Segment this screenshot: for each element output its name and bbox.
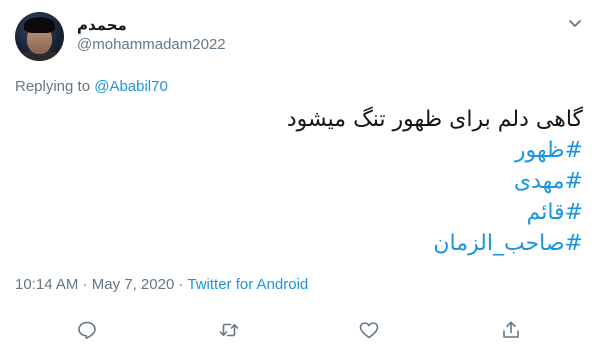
- tweet-text: گاهی دلم برای ظهور تنگ میشود: [286, 107, 583, 132]
- replying-mention-link[interactable]: @Ababil70: [94, 78, 168, 95]
- tweet-source-link[interactable]: Twitter for Android: [187, 276, 308, 293]
- avatar[interactable]: [15, 12, 64, 61]
- display-name[interactable]: محمدم: [77, 16, 127, 34]
- like-button[interactable]: [358, 319, 380, 341]
- hashtag-link[interactable]: #مهدی: [143, 166, 583, 197]
- avatar-hair: [24, 17, 55, 33]
- like-icon: [359, 322, 379, 339]
- tweet-body: گاهی دلم برای ظهور تنگ میشود #ظهور #مهدی…: [143, 104, 583, 259]
- retweet-button[interactable]: [218, 319, 240, 341]
- tweet: محمدم @mohammadam2022 Replying to @Ababi…: [0, 0, 597, 356]
- tweet-date[interactable]: May 7, 2020: [92, 276, 175, 293]
- chevron-down-icon: [569, 20, 581, 27]
- replying-prefix: Replying to: [15, 78, 91, 95]
- meta-separator: ·: [178, 276, 184, 293]
- share-icon: [503, 321, 519, 338]
- retweet-icon: [219, 323, 239, 337]
- hashtag-link[interactable]: #قائم: [143, 197, 583, 228]
- meta-separator: ·: [82, 276, 88, 293]
- reply-button[interactable]: [76, 319, 98, 341]
- hashtag-link[interactable]: #ظهور: [143, 135, 583, 166]
- tweet-time[interactable]: 10:14 AM: [15, 276, 78, 293]
- hashtag-link[interactable]: #صاحب_الزمان: [143, 228, 583, 259]
- share-button[interactable]: [500, 319, 522, 341]
- user-handle[interactable]: @mohammadam2022: [77, 36, 226, 53]
- tweet-metadata: 10:14 AM · May 7, 2020 · Twitter for And…: [15, 276, 308, 293]
- more-options-button[interactable]: [566, 14, 584, 32]
- reply-icon: [78, 321, 96, 340]
- replying-to: Replying to @Ababil70: [15, 78, 168, 95]
